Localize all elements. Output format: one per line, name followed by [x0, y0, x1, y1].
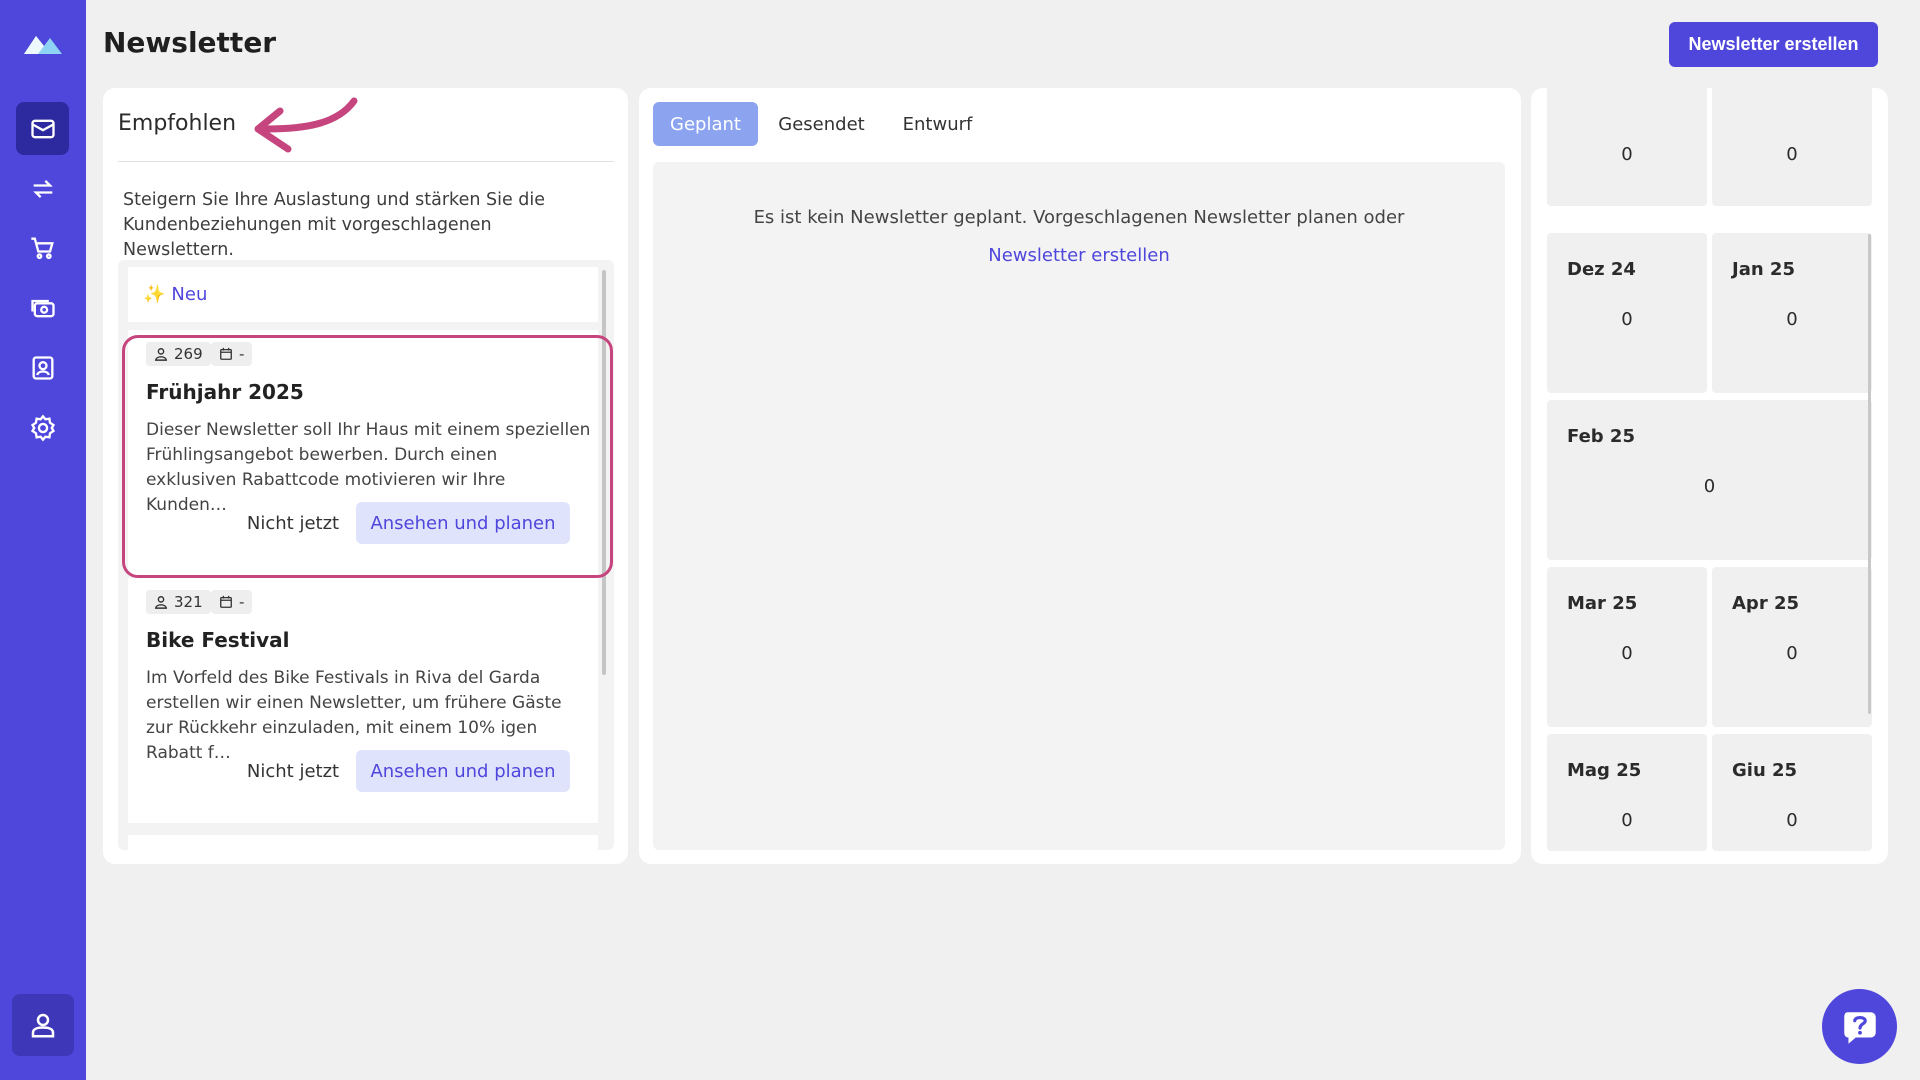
recipients-badge: 321 [146, 590, 211, 614]
month-card[interactable]: Dez 24 0 [1547, 233, 1707, 393]
month-count: 0 [1703, 476, 1716, 497]
user-icon [31, 1013, 55, 1038]
month-label: Giu 25 [1732, 760, 1798, 781]
recommended-description: Steigern Sie Ihre Auslastung und stärken… [123, 190, 546, 260]
sparkle-icon: ✨ [143, 284, 166, 305]
user-profile-button[interactable] [12, 994, 74, 1056]
month-count: 0 [1621, 810, 1633, 831]
card-title: Bike Festival [146, 628, 290, 652]
person-icon [154, 596, 168, 609]
month-card[interactable]: Jan 25 0 [1712, 233, 1872, 393]
nav-settings[interactable] [16, 401, 69, 454]
sync-icon [32, 179, 53, 198]
month-count: 0 [1786, 643, 1798, 664]
new-label: Neu [171, 284, 208, 305]
help-chat-button[interactable] [1822, 989, 1897, 1064]
month-card[interactable]: 0 [1712, 88, 1872, 206]
month-label: Mag 25 [1567, 760, 1642, 781]
view-and-plan-button[interactable]: Ansehen und planen [356, 750, 570, 792]
month-card[interactable]: 0 [1547, 88, 1707, 206]
chat-help-icon [1843, 1011, 1876, 1044]
new-section-header: ✨ Neu [128, 267, 598, 322]
empty-state-text: Es ist kein Newsletter geplant. Vorgesch… [753, 207, 1405, 228]
calendar-panel: 0 0 Dez 24 0 Jan 25 0 Feb 25 0 Mar 25 0 … [1531, 88, 1888, 864]
month-count: 0 [1621, 643, 1633, 664]
month-card[interactable]: Apr 25 0 [1712, 567, 1872, 727]
tab-draft[interactable]: Entwurf [885, 102, 990, 146]
date-badge: - [211, 590, 253, 614]
nav-newsletter[interactable] [16, 102, 69, 155]
month-card[interactable]: Giu 25 0 [1712, 734, 1872, 851]
list-item: 321 - Bike Festival Im Vorfeld des Bike … [128, 578, 598, 823]
money-icon [30, 299, 55, 317]
contact-icon [32, 355, 53, 380]
page-title: Newsletter [103, 26, 277, 59]
logo-icon[interactable] [22, 30, 64, 56]
tab-sent[interactable]: Gesendet [764, 102, 879, 146]
divider [118, 161, 614, 162]
tab-scheduled[interactable]: Geplant [653, 102, 758, 146]
month-label: Feb 25 [1567, 426, 1635, 447]
arrow-annotation-icon [254, 97, 358, 153]
month-label: Mar 25 [1567, 593, 1638, 614]
list-item [128, 835, 598, 850]
settings-icon [30, 413, 55, 442]
create-newsletter-button[interactable]: Newsletter erstellen [1669, 22, 1878, 67]
calendar-icon [220, 595, 232, 608]
month-label: Dez 24 [1567, 259, 1636, 280]
not-now-button[interactable]: Nicht jetzt [238, 750, 348, 792]
month-count: 0 [1621, 309, 1633, 330]
month-count: 0 [1786, 309, 1798, 330]
month-label: Apr 25 [1732, 593, 1800, 614]
month-card[interactable]: Mar 25 0 [1547, 567, 1707, 727]
month-count: 0 [1786, 144, 1798, 165]
newsletter-list-panel: Geplant Gesendet Entwurf Es ist kein New… [639, 88, 1521, 864]
cart-icon [30, 237, 54, 259]
empty-state: Es ist kein Newsletter geplant. Vorgesch… [653, 162, 1505, 850]
recommended-title: Empfohlen [118, 111, 237, 136]
recipients-count: 321 [174, 593, 203, 611]
nav-sync[interactable] [16, 162, 69, 215]
recommended-panel: Empfohlen Steigern Sie Ihre Auslastung u… [103, 88, 628, 864]
date-value: - [239, 593, 245, 611]
nav-payments[interactable] [16, 281, 69, 334]
month-card[interactable]: Feb 25 0 [1547, 400, 1872, 560]
create-newsletter-link[interactable]: Newsletter erstellen [653, 245, 1505, 266]
sidebar [0, 0, 86, 1080]
month-label: Jan 25 [1732, 259, 1795, 280]
month-count: 0 [1621, 144, 1633, 165]
highlight-frame [122, 335, 613, 578]
month-count: 0 [1786, 810, 1798, 831]
scrollbar[interactable] [1868, 234, 1871, 714]
month-card[interactable]: Mag 25 0 [1547, 734, 1707, 851]
mail-icon [30, 119, 55, 138]
nav-contacts[interactable] [16, 341, 69, 394]
nav-shop[interactable] [16, 221, 69, 274]
